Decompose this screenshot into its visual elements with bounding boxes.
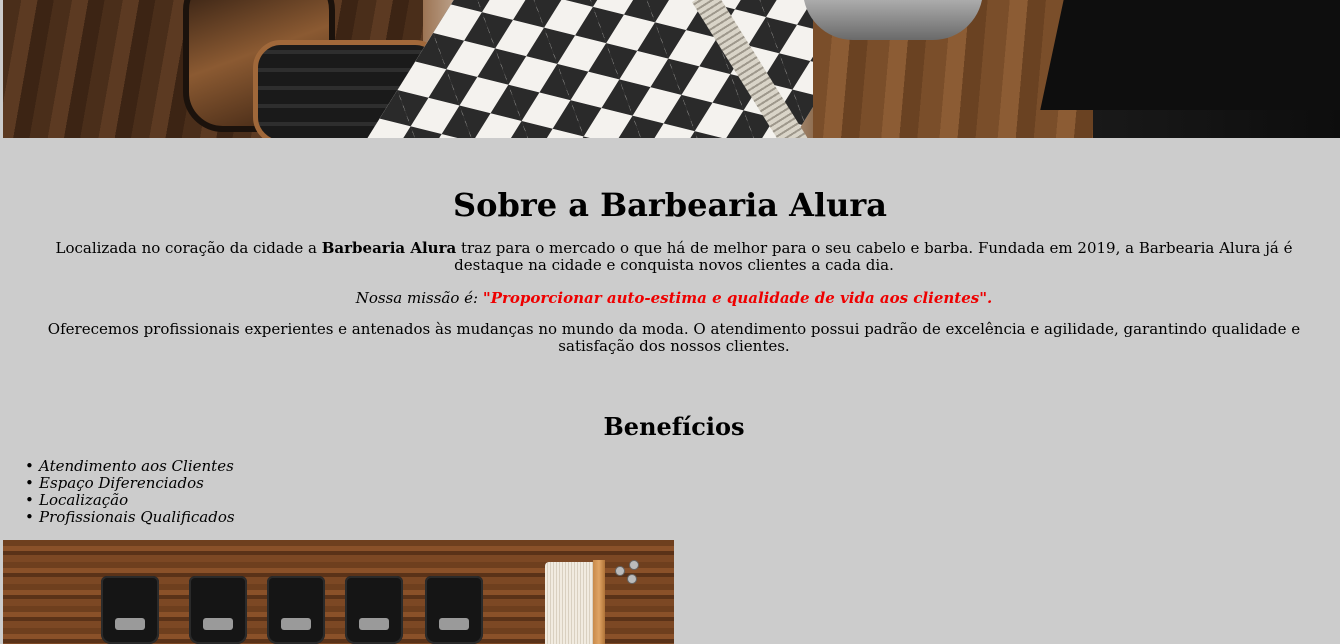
list-item: Profissionais Qualificados bbox=[25, 509, 235, 527]
clipper-guard bbox=[425, 576, 483, 644]
banner-checker-floor bbox=[355, 0, 891, 138]
mission-statement: Nossa missão é: "Proporcionar auto-estim… bbox=[0, 289, 1340, 307]
benefits-title: Benefícios bbox=[603, 412, 745, 441]
benefits-list: Atendimento aos Clientes Espaço Diferenc… bbox=[0, 458, 235, 527]
screw bbox=[627, 574, 637, 584]
list-item: Atendimento aos Clientes bbox=[25, 458, 235, 476]
screw bbox=[615, 566, 625, 576]
clipper-guard bbox=[189, 576, 247, 644]
screw bbox=[629, 560, 639, 570]
banner-image bbox=[3, 0, 1340, 138]
banner-sink bbox=[803, 0, 983, 40]
about-title: Sobre a Barbearia Alura bbox=[453, 186, 887, 224]
brush-handle bbox=[593, 560, 605, 644]
clipper-guard bbox=[101, 576, 159, 644]
clipper-guard bbox=[267, 576, 325, 644]
clipper-guard bbox=[345, 576, 403, 644]
about-intro-start: Localizada no coração da cidade a bbox=[55, 239, 322, 257]
brush-bristles bbox=[545, 562, 597, 644]
tools-image bbox=[3, 540, 674, 644]
mission-quote: "Proporcionar auto-estima e qualidade de… bbox=[482, 289, 993, 307]
about-intro-end: traz para o mercado o que há de melhor p… bbox=[454, 239, 1293, 274]
banner-table bbox=[1040, 0, 1340, 110]
about-offer: Oferecemos profissionais experientes e a… bbox=[47, 320, 1301, 355]
list-item: Espaço Diferenciados bbox=[25, 475, 235, 493]
list-item: Localização bbox=[25, 492, 235, 510]
mission-label: Nossa missão é: bbox=[355, 289, 483, 307]
about-intro-brand: Barbearia Alura bbox=[321, 239, 457, 257]
about-intro: Localizada no coração da cidade a Barbea… bbox=[30, 240, 1318, 274]
